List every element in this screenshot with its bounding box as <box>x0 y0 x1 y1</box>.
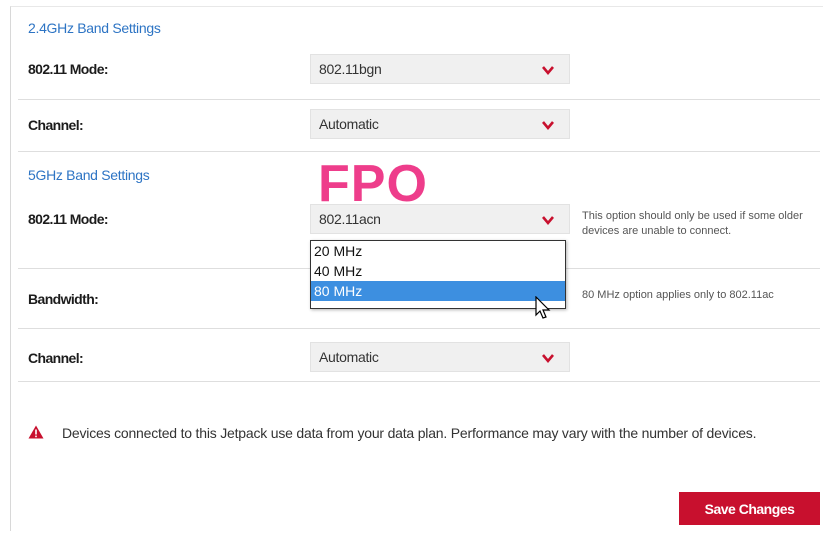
warning-icon <box>28 425 44 439</box>
divider <box>18 328 820 329</box>
divider <box>18 151 820 152</box>
band5-title: 5GHz Band Settings <box>28 167 150 183</box>
divider <box>18 381 820 382</box>
band5-channel-label: Channel: <box>28 350 84 366</box>
band5-mode-value: 802.11acn <box>319 211 381 227</box>
chevron-down-icon <box>542 66 554 76</box>
chevron-down-icon <box>542 216 554 226</box>
band5-bandwidth-help: 80 MHz option applies only to 802.11ac <box>582 289 774 301</box>
fpo-watermark: FPO <box>318 155 428 213</box>
bandwidth-dropdown-list[interactable]: 20 MHz 40 MHz 80 MHz <box>310 240 566 309</box>
band24-mode-value: 802.11bgn <box>319 61 382 77</box>
divider <box>18 99 820 100</box>
band24-channel-select[interactable]: Automatic <box>310 109 570 139</box>
bandwidth-option-80[interactable]: 80 MHz <box>311 281 565 301</box>
data-usage-notice: Devices connected to this Jetpack use da… <box>62 425 757 441</box>
band24-mode-select[interactable]: 802.11bgn <box>310 54 570 84</box>
cursor-icon <box>535 296 551 319</box>
chevron-down-icon <box>542 354 554 364</box>
chevron-down-icon <box>542 121 554 131</box>
band5-channel-select[interactable]: Automatic <box>310 342 570 372</box>
band5-mode-help: This option should only be used if some … <box>582 210 803 237</box>
band5-bandwidth-label: Bandwidth: <box>28 291 99 307</box>
band24-mode-label: 802.11 Mode: <box>28 61 109 77</box>
band24-title: 2.4GHz Band Settings <box>28 20 161 36</box>
save-changes-button[interactable]: Save Changes <box>679 492 820 525</box>
band24-channel-label: Channel: <box>28 117 84 133</box>
band24-channel-value: Automatic <box>319 116 379 132</box>
bandwidth-option-40[interactable]: 40 MHz <box>311 261 565 281</box>
band5-channel-value: Automatic <box>319 349 379 365</box>
band5-mode-label: 802.11 Mode: <box>28 211 109 227</box>
bandwidth-option-20[interactable]: 20 MHz <box>311 241 565 261</box>
